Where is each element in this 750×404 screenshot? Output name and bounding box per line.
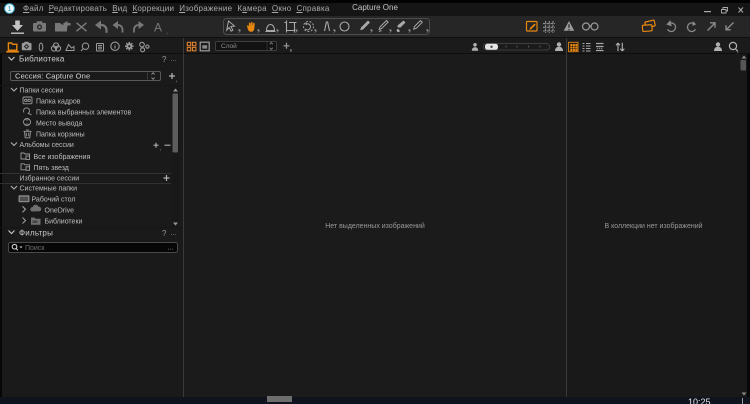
svg-text:1: 1 (8, 4, 12, 13)
svg-text:Фильтры: Фильтры (19, 229, 53, 238)
svg-text:Место вывода: Место вывода (36, 120, 82, 127)
svg-text:Библиотека: Библиотека (19, 55, 65, 64)
svg-text:OneDrive: OneDrive (45, 207, 75, 214)
svg-text:Папка кадров: Папка кадров (36, 98, 81, 105)
svg-text:…: … (170, 230, 177, 237)
svg-text:Рабочий стол: Рабочий стол (32, 195, 76, 203)
svg-text:Сессия: Capture One: Сессия: Capture One (15, 72, 90, 81)
svg-text:A: A (154, 21, 162, 35)
svg-text:,: , (176, 78, 178, 84)
svg-text:Все изображения: Все изображения (34, 153, 91, 161)
svg-text:Библиотеки: Библиотеки (45, 218, 83, 226)
svg-text:Папка выбранных элементов: Папка выбранных элементов (36, 108, 132, 116)
svg-text:Слой: Слой (221, 42, 237, 50)
svg-text:…: … (170, 56, 177, 63)
svg-text:…: … (167, 245, 174, 252)
svg-text:Поиск: Поиск (25, 245, 45, 252)
svg-text:?: ? (162, 229, 167, 238)
svg-text:,: , (166, 29, 168, 36)
svg-text:Избранное сессии: Избранное сессии (20, 174, 80, 182)
svg-text:?: ? (162, 55, 167, 64)
svg-text:Системные папки: Системные папки (20, 185, 78, 192)
svg-text:Альбомы сессии: Альбомы сессии (20, 141, 74, 149)
svg-text:Папки сессии: Папки сессии (20, 87, 64, 94)
svg-text:Пять звезд: Пять звезд (34, 165, 69, 172)
svg-text:Папка корзины: Папка корзины (36, 131, 85, 138)
svg-text:,: , (160, 146, 162, 152)
